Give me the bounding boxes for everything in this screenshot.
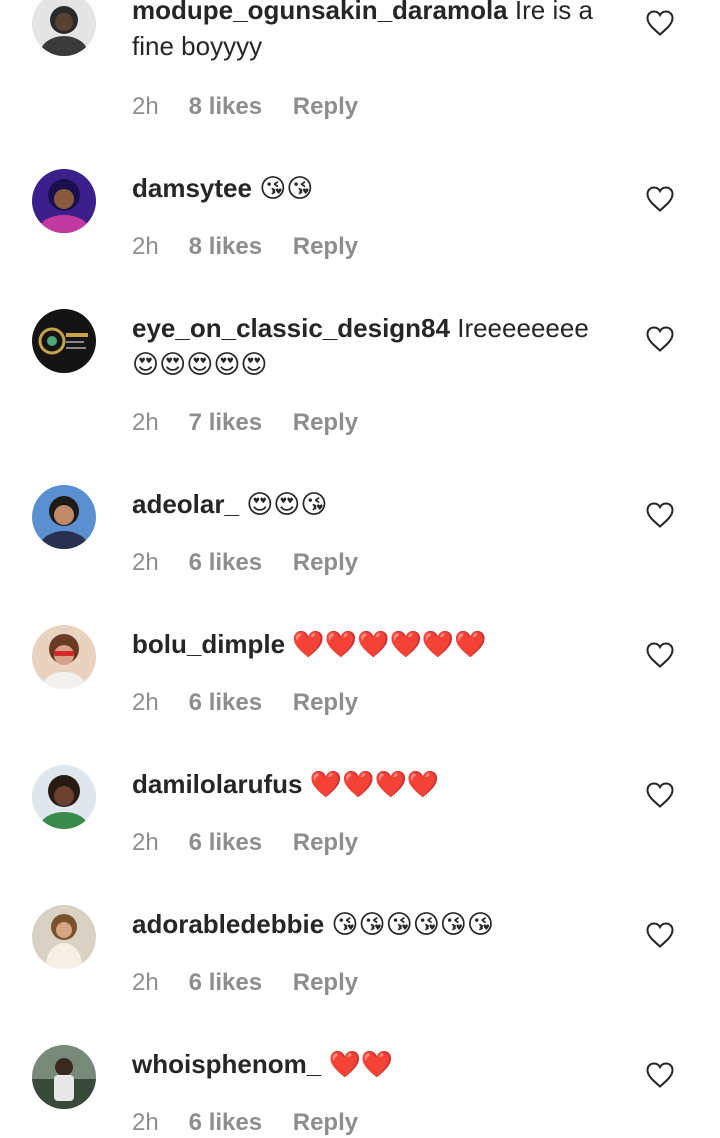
avatar[interactable] — [32, 1045, 96, 1109]
comment-text: ❤️❤️❤️❤️❤️❤️ — [292, 629, 487, 659]
like-button[interactable] — [646, 502, 674, 528]
comment-likes[interactable]: 6 likes — [189, 548, 262, 578]
like-button[interactable] — [646, 10, 674, 36]
comment-username[interactable]: bolu_dimple — [132, 629, 285, 659]
like-button[interactable] — [646, 326, 674, 352]
like-button[interactable] — [646, 782, 674, 808]
avatar[interactable] — [32, 309, 96, 373]
heart-outline-icon — [646, 502, 674, 528]
comment-username[interactable]: eye_on_classic_design84 — [132, 313, 450, 343]
comment-time: 2h — [132, 1109, 159, 1136]
comment-username[interactable]: modupe_ogunsakin_daramola — [132, 0, 508, 25]
heart-outline-icon — [646, 1062, 674, 1088]
heart-outline-icon — [646, 326, 674, 352]
comment-time: 2h — [132, 689, 159, 716]
avatar[interactable] — [32, 169, 96, 233]
like-button[interactable] — [646, 922, 674, 948]
comment-username[interactable]: damsytee — [132, 173, 252, 203]
comment-likes[interactable]: 6 likes — [189, 828, 262, 858]
heart-outline-icon — [646, 642, 674, 668]
comment-username[interactable]: adorabledebbie — [132, 909, 324, 939]
avatar[interactable] — [32, 0, 96, 56]
like-button[interactable] — [646, 186, 674, 212]
comment-time: 2h — [132, 233, 159, 260]
comment-likes[interactable]: 6 likes — [189, 688, 262, 718]
comment-username[interactable]: damilolarufus — [132, 769, 302, 799]
heart-outline-icon — [646, 782, 674, 808]
avatar[interactable] — [32, 765, 96, 829]
comment-likes[interactable]: 6 likes — [189, 968, 262, 998]
avatar[interactable] — [32, 625, 96, 689]
reply-button[interactable]: Reply — [293, 1108, 358, 1138]
reply-button[interactable]: Reply — [293, 688, 358, 718]
like-button[interactable] — [646, 1062, 674, 1088]
heart-outline-icon — [646, 10, 674, 36]
comment-username[interactable]: whoisphenom_ — [132, 1049, 321, 1079]
comment-text: 😘😘 — [259, 173, 314, 203]
avatar[interactable] — [32, 905, 96, 969]
comment-time: 2h — [132, 549, 159, 576]
avatar[interactable] — [32, 485, 96, 549]
comment-username[interactable]: adeolar_ — [132, 489, 239, 519]
reply-button[interactable]: Reply — [293, 232, 358, 262]
comment-likes[interactable]: 7 likes — [189, 408, 262, 438]
comment-text: ❤️❤️ — [328, 1049, 394, 1079]
reply-button[interactable]: Reply — [293, 408, 358, 438]
comment-time: 2h — [132, 829, 159, 856]
like-button[interactable] — [646, 642, 674, 668]
comment-likes[interactable]: 8 likes — [189, 232, 262, 262]
reply-button[interactable]: Reply — [293, 548, 358, 578]
reply-button[interactable]: Reply — [293, 828, 358, 858]
reply-button[interactable]: Reply — [293, 968, 358, 998]
comment-likes[interactable]: 6 likes — [189, 1108, 262, 1138]
reply-button[interactable]: Reply — [293, 92, 358, 122]
comment-time: 2h — [132, 409, 159, 436]
comment-likes[interactable]: 8 likes — [189, 92, 262, 122]
comment-text: 😍😍😘 — [246, 489, 328, 519]
heart-outline-icon — [646, 922, 674, 948]
comment-time: 2h — [132, 969, 159, 996]
comment-text: ❤️❤️❤️❤️ — [309, 769, 440, 799]
heart-outline-icon — [646, 186, 674, 212]
comment-text: 😘😘😘😘😘😘 — [331, 909, 495, 939]
comment-time: 2h — [132, 93, 159, 120]
